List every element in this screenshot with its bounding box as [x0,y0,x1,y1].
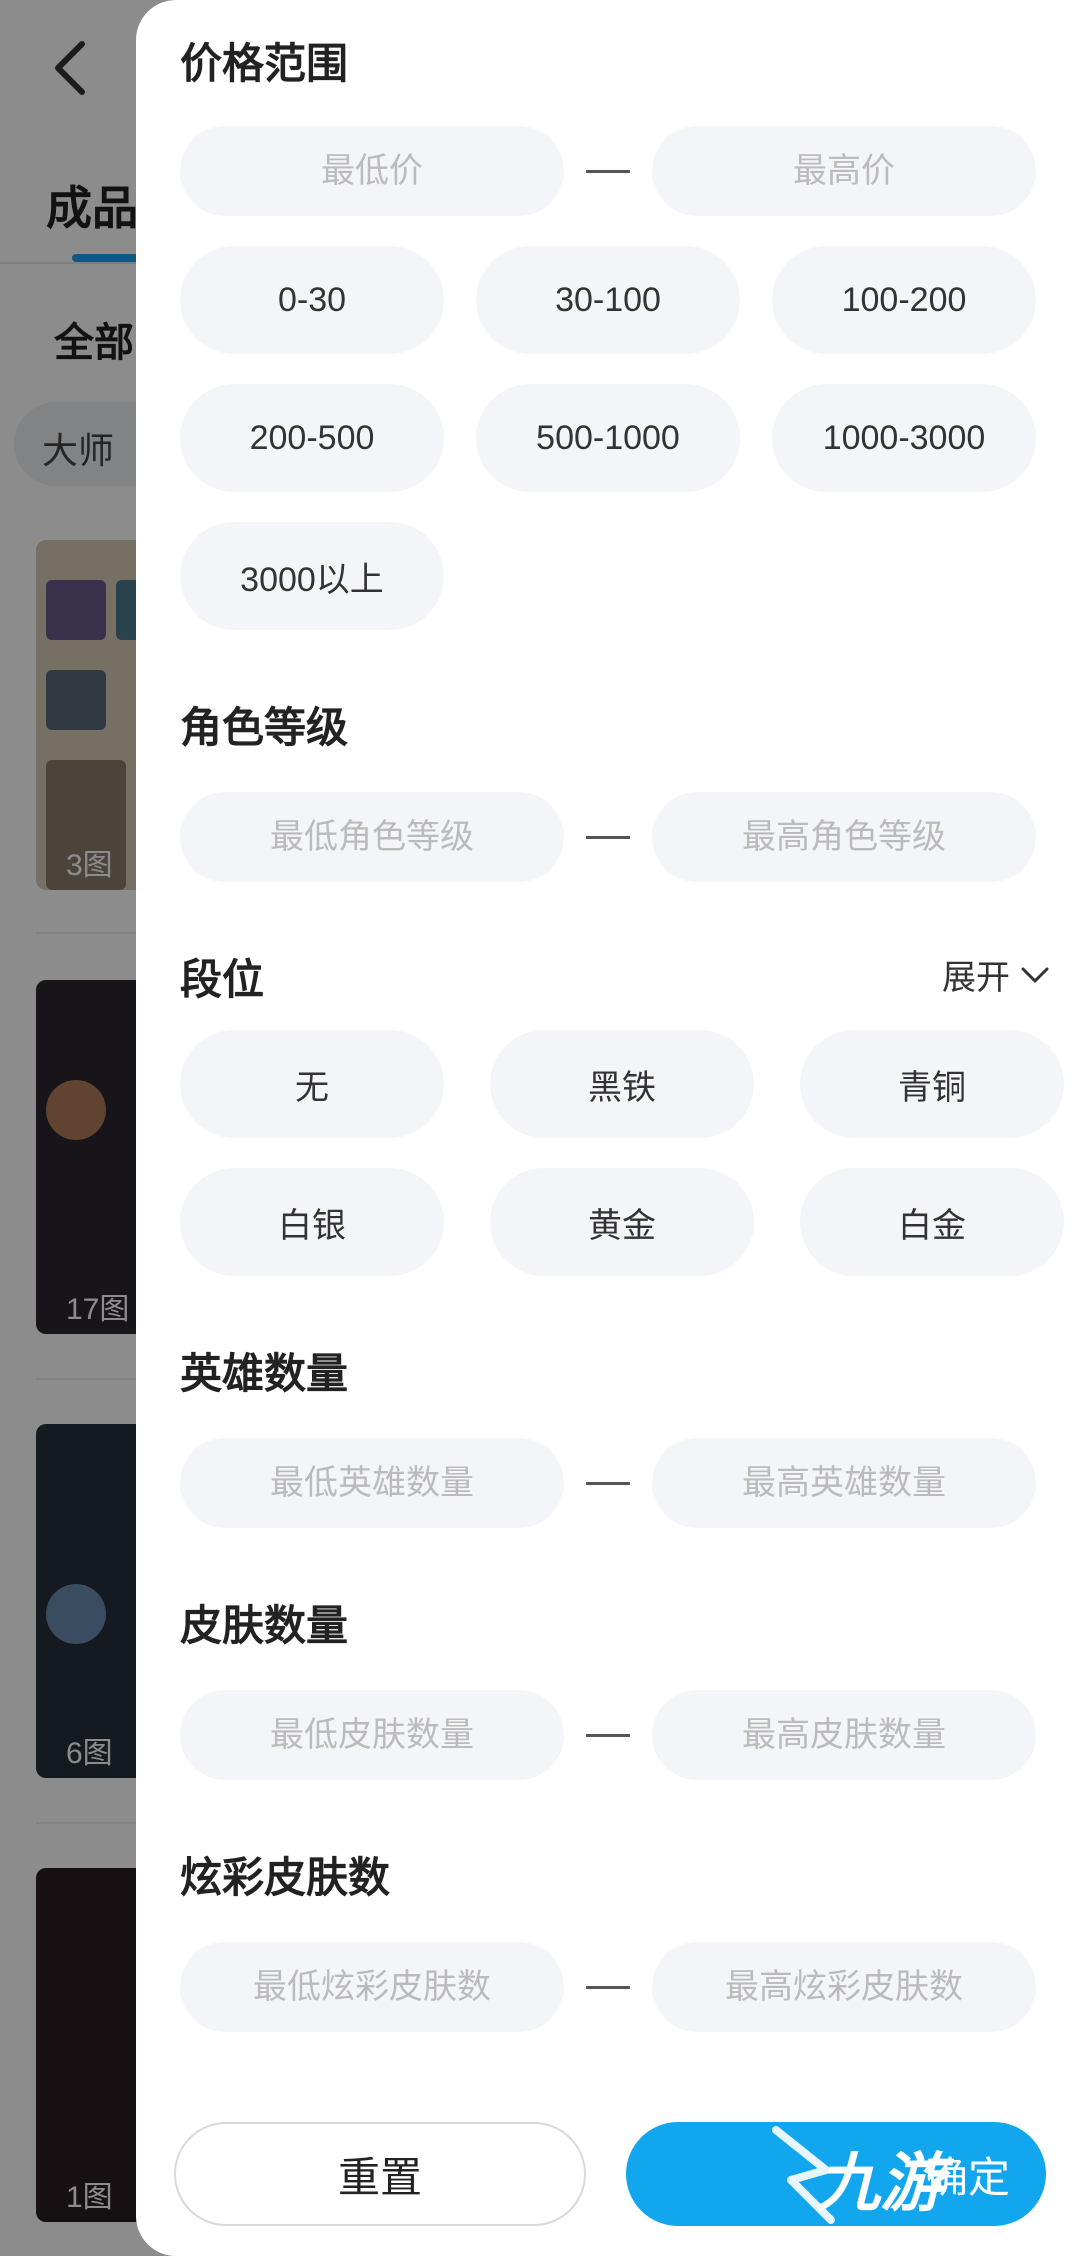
rank-expand-toggle[interactable]: 展开 [942,950,1050,999]
rank-option[interactable]: 白金 [800,1168,1064,1276]
reset-button[interactable]: 重置 [174,2122,586,2226]
price-max-input[interactable]: 最高价 [652,126,1036,216]
level-max-input[interactable]: 最高角色等级 [652,792,1036,882]
price-option[interactable]: 30-100 [476,246,740,354]
level-min-input[interactable]: 最低角色等级 [180,792,564,882]
rank-title: 段位 [180,956,265,1003]
chroma-max-input[interactable]: 最高炫彩皮肤数 [652,1942,1036,2032]
skin-max-input[interactable]: 最高皮肤数量 [652,1690,1036,1780]
rank-option[interactable]: 无 [180,1030,444,1138]
range-dash [586,1986,630,1989]
range-dash [586,170,630,173]
watermark-text: 九游 [816,2147,944,2219]
skin-count-title: 皮肤数量 [180,1602,349,1649]
price-option[interactable]: 500-1000 [476,384,740,492]
rank-option[interactable]: 黑铁 [490,1030,754,1138]
skin-min-input[interactable]: 最低皮肤数量 [180,1690,564,1780]
chroma-count-title: 炫彩皮肤数 [180,1854,391,1901]
price-option[interactable]: 200-500 [180,384,444,492]
expand-label: 展开 [942,959,1010,997]
chevron-down-icon [1021,967,1049,982]
range-dash [586,1482,630,1485]
range-dash [586,836,630,839]
role-level-title: 角色等级 [180,704,349,751]
rank-option[interactable]: 黄金 [490,1168,754,1276]
chroma-min-input[interactable]: 最低炫彩皮肤数 [180,1942,564,2032]
price-range-title: 价格范围 [180,40,349,87]
filter-drawer: 价格范围 最低价 最高价 0-30 30-100 100-200 200-500… [136,0,1080,2256]
price-min-input[interactable]: 最低价 [180,126,564,216]
rank-option[interactable]: 白银 [180,1168,444,1276]
hero-min-input[interactable]: 最低英雄数量 [180,1438,564,1528]
price-option[interactable]: 3000以上 [180,522,444,630]
price-option[interactable]: 0-30 [180,246,444,354]
hero-count-title: 英雄数量 [180,1350,349,1397]
price-option[interactable]: 1000-3000 [772,384,1036,492]
price-option[interactable]: 100-200 [772,246,1036,354]
hero-max-input[interactable]: 最高英雄数量 [652,1438,1036,1528]
rank-option[interactable]: 青铜 [800,1030,1064,1138]
range-dash [586,1734,630,1737]
